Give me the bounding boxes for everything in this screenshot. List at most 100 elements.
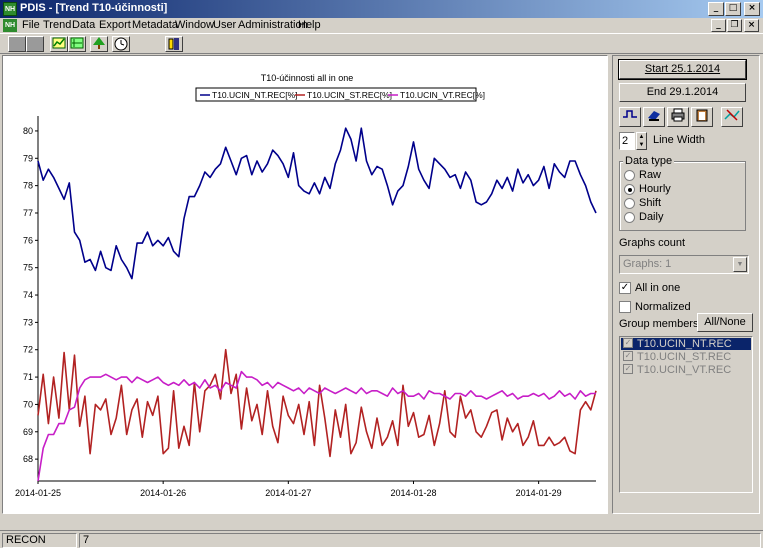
menu-export[interactable]: Export [99, 19, 131, 31]
data-type-title-label: Data type [623, 155, 675, 167]
y-tick-label: 70 [23, 399, 33, 409]
y-tick-label: 79 [23, 153, 33, 163]
line-width-spinner[interactable]: ▲ ▼ [636, 132, 647, 150]
clipboard-icon[interactable] [691, 107, 713, 127]
status-count: 7 [79, 533, 761, 548]
member-item-nt[interactable]: ✓ T10.UCIN_NT.REC [621, 338, 751, 350]
graphs-count-select[interactable]: Graphs: 1 ▼ [619, 255, 749, 274]
mdi-child-icon[interactable]: NH [3, 19, 17, 32]
end-date-button[interactable]: End 29.1.2014 [619, 83, 746, 102]
chart-axes: 68 69 70 71 72 73 74 75 76 77 78 79 80 2014-01-25 2014… [15, 116, 596, 498]
chart-legend: T10.UCIN_NT.REC[%] T10.UCIN_ST.REC[%] T10.… [195, 87, 485, 102]
pdis-app-icon: NH [3, 2, 17, 16]
y-tick-label: 72 [23, 345, 33, 355]
x-tick-label: 2014-01-25 [15, 488, 61, 498]
line-width-label: Line Width [653, 134, 705, 146]
normalized-label: Normalized [635, 301, 691, 313]
menu-metadata[interactable]: Metadata [132, 19, 178, 31]
menu-window[interactable]: Window [175, 19, 214, 31]
tree-icon[interactable] [90, 36, 108, 52]
chart-series [37, 127, 597, 482]
x-tick-label: 2014-01-29 [516, 488, 562, 498]
radio-raw-label: Raw [639, 169, 662, 181]
member-nt-label: T10.UCIN_NT.REC [637, 338, 732, 350]
eraser-icon[interactable] [643, 107, 665, 127]
graphs-count-value: Graphs: 1 [623, 258, 672, 270]
status-bar: RECON 7 [0, 530, 763, 548]
y-tick-label: 75 [23, 263, 33, 273]
trend-chart[interactable]: T10-účinnosti all in one T10.UCIN_NT.REC… [3, 56, 607, 513]
x-tick-label: 2014-01-28 [390, 488, 436, 498]
status-user: RECON [2, 533, 77, 548]
legend-entry: T10.UCIN_NT.REC[%] [212, 90, 298, 100]
menu-data[interactable]: Data [72, 19, 95, 31]
all-none-button[interactable]: All/None [697, 313, 753, 332]
radio-daily-label: Daily [639, 211, 664, 223]
menu-file[interactable]: File [22, 19, 40, 31]
radio-hourly-label: Hourly [639, 183, 671, 195]
maximize-icon[interactable]: □ [725, 2, 741, 16]
y-tick-label: 73 [23, 317, 33, 327]
series-line-1 [37, 348, 597, 458]
chart-title: T10-účinnosti all in one [261, 73, 354, 83]
member-vt-label: T10.UCIN_VT.REC [637, 364, 732, 376]
toolbar [0, 33, 763, 54]
y-tick-label: 68 [23, 454, 33, 464]
child-restore-icon[interactable]: ❐ [727, 19, 742, 32]
printer-icon[interactable] [667, 107, 689, 127]
gray-square-icon-2[interactable] [26, 36, 44, 52]
member-vt-checkbox[interactable]: ✓ [623, 364, 633, 374]
horizontal-scrollbar[interactable] [2, 516, 760, 528]
member-st-label: T10.UCIN_ST.REC [637, 351, 732, 363]
chevron-down-icon[interactable]: ▼ [733, 257, 747, 272]
menu-trend[interactable]: Trend [43, 19, 71, 31]
radio-raw[interactable] [624, 170, 635, 181]
clock-icon[interactable] [112, 36, 130, 52]
menu-user[interactable]: User [213, 19, 236, 31]
normalized-checkbox[interactable] [619, 301, 631, 313]
legend-entry: T10.UCIN_VT.REC[%] [400, 90, 485, 100]
child-minimize-icon[interactable]: _ [711, 19, 726, 32]
radio-shift[interactable] [624, 198, 635, 209]
window-title: PDIS - [Trend T10-účinnosti] [20, 2, 168, 14]
y-tick-label: 80 [23, 126, 33, 136]
minimize-icon[interactable]: _ [708, 2, 724, 16]
line-width-input[interactable]: 2 [619, 132, 635, 150]
member-item-vt[interactable]: ✓ T10.UCIN_VT.REC [621, 364, 751, 376]
step-line-icon[interactable] [619, 107, 641, 127]
trend-single-icon[interactable] [50, 36, 68, 52]
gray-square-icon[interactable] [8, 36, 26, 52]
y-tick-label: 76 [23, 235, 33, 245]
x-tick-label: 2014-01-26 [140, 488, 186, 498]
radio-daily[interactable] [624, 212, 635, 223]
trend-multi-icon[interactable] [68, 36, 86, 52]
y-tick-label: 78 [23, 181, 33, 191]
member-item-st[interactable]: ✓ T10.UCIN_ST.REC [621, 351, 751, 363]
legend-entry: T10.UCIN_ST.REC[%] [307, 90, 392, 100]
radio-hourly[interactable] [624, 184, 635, 195]
remove-series-icon[interactable] [721, 107, 743, 127]
all-in-one-label: All in one [635, 282, 681, 294]
y-tick-label: 71 [23, 372, 33, 382]
child-close-icon[interactable]: × [744, 19, 759, 32]
title-bar: NH PDIS - [Trend T10-účinnosti] _ □ × [0, 0, 763, 18]
group-members-label: Group members [619, 318, 699, 330]
radio-shift-label: Shift [639, 197, 662, 209]
all-in-one-checkbox[interactable]: ✓ [619, 282, 631, 294]
start-date-button[interactable]: Start 25.1.2014 [619, 60, 746, 79]
x-tick-label: 2014-01-27 [265, 488, 311, 498]
series-line-0 [37, 127, 597, 280]
end-date-label: End 29.1.2014 [646, 86, 719, 98]
member-st-checkbox[interactable]: ✓ [623, 351, 633, 361]
y-tick-label: 74 [23, 290, 33, 300]
user-icon[interactable] [165, 36, 183, 52]
y-tick-label: 77 [23, 208, 33, 218]
graphs-count-label: Graphs count [619, 237, 686, 249]
close-icon[interactable]: × [744, 2, 760, 16]
y-tick-label: 69 [23, 427, 33, 437]
member-nt-checkbox[interactable]: ✓ [623, 338, 633, 348]
chart-pane: T10-účinnosti all in one T10.UCIN_NT.REC… [2, 55, 608, 514]
start-date-label: Start 25.1.2014 [644, 63, 721, 75]
menu-help[interactable]: Help [298, 19, 321, 31]
menu-bar: NH File Trend Data Export Metadata Windo… [0, 18, 763, 33]
